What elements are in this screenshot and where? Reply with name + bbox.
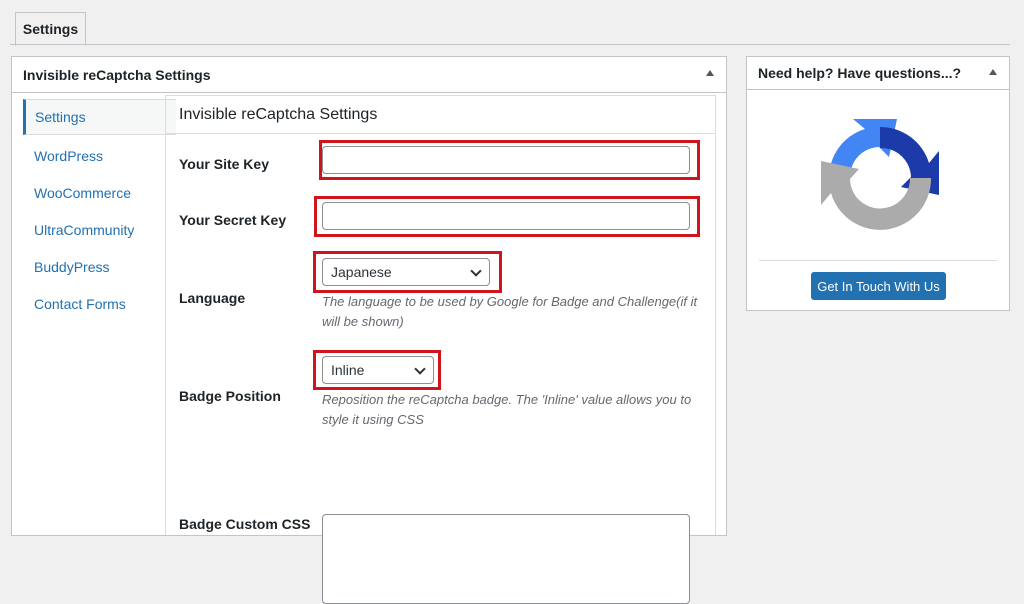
help-postbox: Need help? Have questions...? Get In Tou… — [746, 56, 1010, 311]
badge-position-description: Reposition the reCaptcha badge. The 'Inl… — [322, 392, 692, 427]
section-divider — [166, 133, 715, 134]
nav-item-buddypress[interactable]: BuddyPress — [23, 249, 176, 285]
collapse-arrow-icon[interactable] — [989, 69, 997, 75]
chevron-down-icon — [414, 363, 426, 375]
nav-item-label: Settings — [35, 109, 86, 125]
site-key-input[interactable] — [322, 146, 690, 174]
tab-settings[interactable]: Settings — [15, 12, 86, 46]
settings-postbox-header[interactable]: Invisible reCaptcha Settings — [12, 57, 726, 93]
tab-bar: Settings — [0, 0, 1024, 46]
settings-content-panel: Invisible reCaptcha Settings Your Site K… — [165, 95, 716, 604]
settings-side-nav: Settings WordPress WooCommerce UltraComm… — [23, 95, 176, 535]
collapse-arrow-icon[interactable] — [706, 70, 714, 76]
nav-item-label: WooCommerce — [34, 185, 131, 201]
get-in-touch-button[interactable]: Get In Touch With Us — [811, 272, 946, 300]
help-postbox-header[interactable]: Need help? Have questions...? — [747, 57, 1009, 90]
help-divider — [759, 260, 997, 261]
nav-item-label: UltraCommunity — [34, 222, 135, 238]
recaptcha-logo-icon — [821, 119, 939, 230]
secret-key-label: Your Secret Key — [179, 212, 287, 228]
get-in-touch-button-label: Get In Touch With Us — [817, 278, 940, 294]
badge-position-select[interactable]: Inline — [322, 356, 434, 384]
nav-item-label: WordPress — [34, 148, 103, 164]
language-select-value: Japanese — [331, 264, 392, 280]
nav-item-label: Contact Forms — [34, 296, 126, 312]
language-select[interactable]: Japanese — [322, 258, 490, 286]
settings-postbox: Invisible reCaptcha Settings Settings Wo… — [11, 56, 727, 604]
tab-bar-divider — [10, 44, 1010, 45]
nav-item-wordpress[interactable]: WordPress — [23, 138, 176, 174]
nav-item-contact-forms[interactable]: Contact Forms — [23, 286, 176, 322]
site-key-label: Your Site Key — [179, 156, 269, 172]
nav-item-label: BuddyPress — [34, 259, 110, 275]
language-description: The language to be used by Google for Ba… — [322, 294, 698, 329]
nav-item-woocommerce[interactable]: WooCommerce — [23, 175, 176, 211]
help-postbox-title: Need help? Have questions...? — [758, 65, 962, 81]
chevron-down-icon — [470, 265, 482, 277]
badge-position-select-value: Inline — [331, 362, 365, 378]
tab-settings-label: Settings — [22, 21, 79, 37]
badge-css-textarea[interactable] — [322, 514, 690, 604]
settings-postbox-title: Invisible reCaptcha Settings — [23, 66, 211, 83]
secret-key-input[interactable] — [322, 202, 690, 230]
nav-item-ultracommunity[interactable]: UltraCommunity — [23, 212, 176, 248]
nav-item-settings[interactable]: Settings — [23, 99, 176, 135]
badge-position-label: Badge Position — [179, 388, 281, 404]
section-title: Invisible reCaptcha Settings — [179, 106, 378, 123]
language-label: Language — [179, 290, 246, 306]
